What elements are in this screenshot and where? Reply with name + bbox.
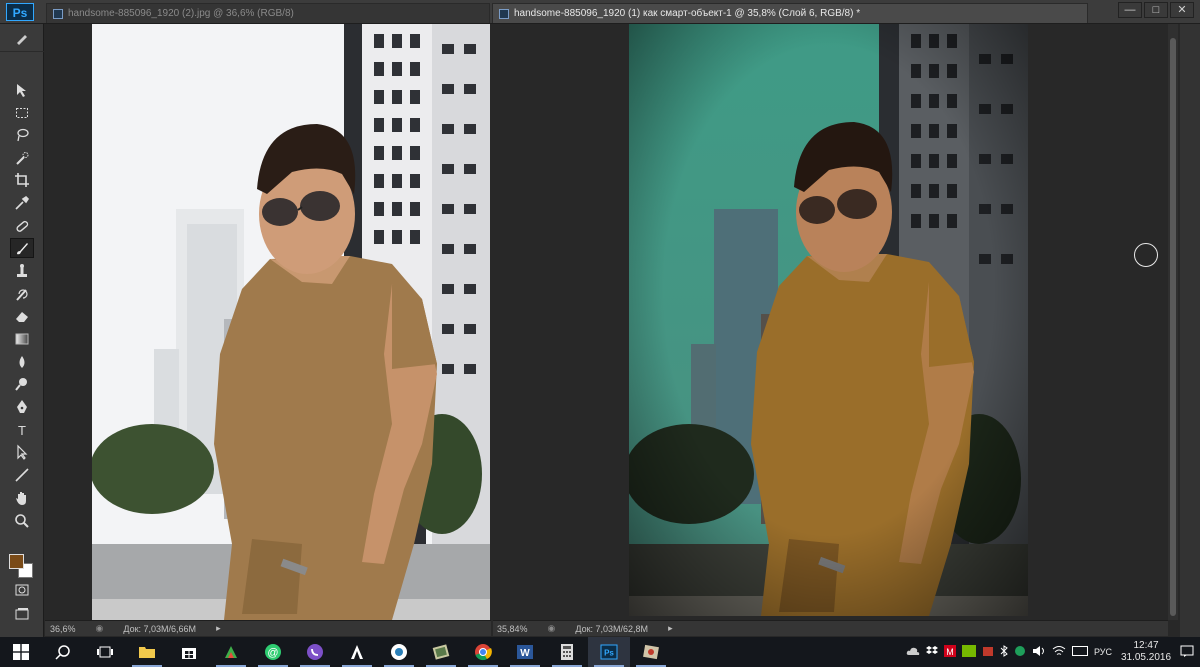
- notifications-icon[interactable]: [1180, 645, 1194, 659]
- eyedropper-tool[interactable]: [10, 193, 34, 213]
- original-photo: [92, 24, 490, 620]
- document-window-original[interactable]: [45, 24, 491, 620]
- tab-label-right: handsome-885096_1920 (1) как смарт-объек…: [514, 8, 861, 19]
- chat-icon[interactable]: @: [252, 637, 294, 667]
- file-explorer-icon[interactable]: [126, 637, 168, 667]
- zoom-tool[interactable]: [10, 511, 34, 531]
- svg-text:Ps: Ps: [604, 649, 614, 658]
- window-controls: — □ ✕: [1118, 2, 1194, 18]
- clock-date: 31.05.2016: [1120, 652, 1172, 663]
- status-arrow-icon[interactable]: ▸: [216, 623, 221, 634]
- document-icon: [53, 8, 63, 19]
- quick-selection-tool[interactable]: [10, 148, 34, 168]
- path-selection-tool[interactable]: [10, 442, 34, 462]
- volume-icon[interactable]: [1032, 645, 1046, 659]
- bluetooth-icon[interactable]: [1000, 645, 1008, 659]
- photoshop-icon[interactable]: Ps: [588, 637, 630, 667]
- minimize-button[interactable]: —: [1118, 2, 1142, 18]
- healing-brush-tool[interactable]: [10, 216, 34, 236]
- document-window-edited[interactable]: [493, 24, 1163, 620]
- status-arrow-icon[interactable]: ▸: [668, 623, 673, 634]
- tools-panel: T: [0, 24, 44, 638]
- type-tool[interactable]: T: [10, 420, 34, 440]
- language-indicator[interactable]: РУС: [1094, 647, 1112, 657]
- brush-preset-icon[interactable]: [10, 28, 34, 48]
- clock[interactable]: 12:47 31.05.2016: [1118, 640, 1174, 664]
- doc-size-edited: Док: 7,03M/62,8M: [575, 623, 649, 634]
- antivirus-icon[interactable]: M: [943, 645, 956, 659]
- eraser-tool[interactable]: [10, 306, 34, 326]
- vertical-scrollbar[interactable]: [1168, 24, 1178, 620]
- document-icon: [499, 8, 509, 19]
- pen-tool[interactable]: [10, 397, 34, 417]
- status-bar-edited: 35,84% ◉ Док: 7,03M/62,8M ▸: [493, 620, 1168, 636]
- panel-dock: [1180, 24, 1200, 638]
- wifi-icon[interactable]: [1052, 645, 1066, 659]
- marquee-tool[interactable]: [10, 103, 34, 123]
- tab-document-left[interactable]: handsome-885096_1920 (2).jpg @ 36,6% (RG…: [46, 3, 490, 23]
- brush-cursor-icon: [1134, 243, 1158, 267]
- status-info-icon[interactable]: ◉: [548, 623, 556, 634]
- edited-photo: [629, 24, 1028, 616]
- screen-mode-icon[interactable]: [10, 604, 34, 624]
- zoom-level-original[interactable]: 36,6%: [50, 624, 76, 634]
- photoshop-header: Ps handsome-885096_1920 (2).jpg @ 36,6% …: [0, 0, 1200, 24]
- status-bar-original: 36,6% ◉ Док: 7,03M/6,66M ▸: [45, 620, 491, 636]
- dropbox-icon[interactable]: [925, 645, 938, 659]
- app-green-icon[interactable]: [210, 637, 252, 667]
- store-icon[interactable]: [168, 637, 210, 667]
- camera-app-icon[interactable]: [378, 637, 420, 667]
- font-app-icon[interactable]: [336, 637, 378, 667]
- brush-tool[interactable]: [10, 238, 34, 258]
- history-brush-tool[interactable]: [10, 284, 34, 304]
- shield-icon[interactable]: [982, 645, 994, 659]
- gradient-tool[interactable]: [10, 329, 34, 349]
- keyboard-icon[interactable]: [1071, 646, 1088, 658]
- tools-panel-header: [0, 24, 44, 52]
- task-view-icon[interactable]: [84, 637, 126, 667]
- maximize-button[interactable]: □: [1144, 2, 1168, 18]
- lasso-tool[interactable]: [10, 125, 34, 145]
- clock-time: 12:47: [1133, 640, 1159, 651]
- close-button[interactable]: ✕: [1170, 2, 1194, 18]
- photo-app-icon[interactable]: [420, 637, 462, 667]
- crop-tool[interactable]: [10, 170, 34, 190]
- foreground-color-swatch[interactable]: [9, 554, 24, 569]
- blur-tool[interactable]: [10, 352, 34, 372]
- quick-mask-icon[interactable]: [10, 580, 34, 600]
- windows-taskbar: @ W Ps M РУС 12:47 31.05.2016: [0, 637, 1200, 667]
- line-tool[interactable]: [10, 465, 34, 485]
- hand-tool[interactable]: [10, 488, 34, 508]
- zoom-level-edited[interactable]: 35,84%: [497, 624, 528, 634]
- chrome-icon[interactable]: [462, 637, 504, 667]
- svg-text:@: @: [267, 647, 278, 659]
- system-tray: M РУС 12:47 31.05.2016: [906, 637, 1200, 667]
- photoshop-logo: Ps: [6, 3, 34, 21]
- nvidia-icon[interactable]: [961, 645, 976, 659]
- svg-text:W: W: [520, 648, 530, 659]
- svg-text:M: M: [946, 647, 954, 657]
- status-info-icon[interactable]: ◉: [96, 623, 104, 634]
- clone-stamp-tool[interactable]: [10, 261, 34, 281]
- calculator-icon[interactable]: [546, 637, 588, 667]
- move-tool[interactable]: [10, 80, 34, 100]
- viber-icon[interactable]: [294, 637, 336, 667]
- word-icon[interactable]: W: [504, 637, 546, 667]
- search-icon[interactable]: [42, 637, 84, 667]
- doc-size-original: Док: 7,03M/6,66M: [123, 623, 197, 634]
- tab-document-right[interactable]: handsome-885096_1920 (1) как смарт-объек…: [492, 3, 1088, 23]
- start-icon[interactable]: [0, 637, 42, 667]
- tab-label-left: handsome-885096_1920 (2).jpg @ 36,6% (RG…: [68, 8, 294, 19]
- onedrive-icon[interactable]: [906, 646, 920, 658]
- image-app-icon[interactable]: [630, 637, 672, 667]
- dodge-tool[interactable]: [10, 374, 34, 394]
- scrollbar-thumb[interactable]: [1170, 38, 1176, 616]
- sync-icon[interactable]: [1014, 645, 1026, 659]
